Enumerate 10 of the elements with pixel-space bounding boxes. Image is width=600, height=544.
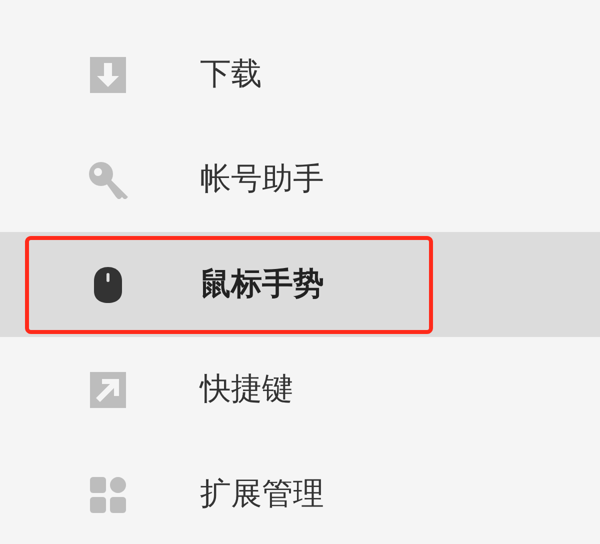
menu-label: 下载 [200,55,262,94]
arrow-icon [88,370,128,410]
menu-item[interactable]: 鼠标手势 [0,232,600,337]
download-icon [88,54,128,94]
menu-label: 快捷键 [200,370,293,408]
menu-label: 扩展管理 [200,475,324,514]
menu-label: 鼠标手势 [200,265,324,304]
key-icon [88,160,128,198]
menu-label: 帐号助手 [200,160,324,198]
grid-icon [88,474,128,514]
